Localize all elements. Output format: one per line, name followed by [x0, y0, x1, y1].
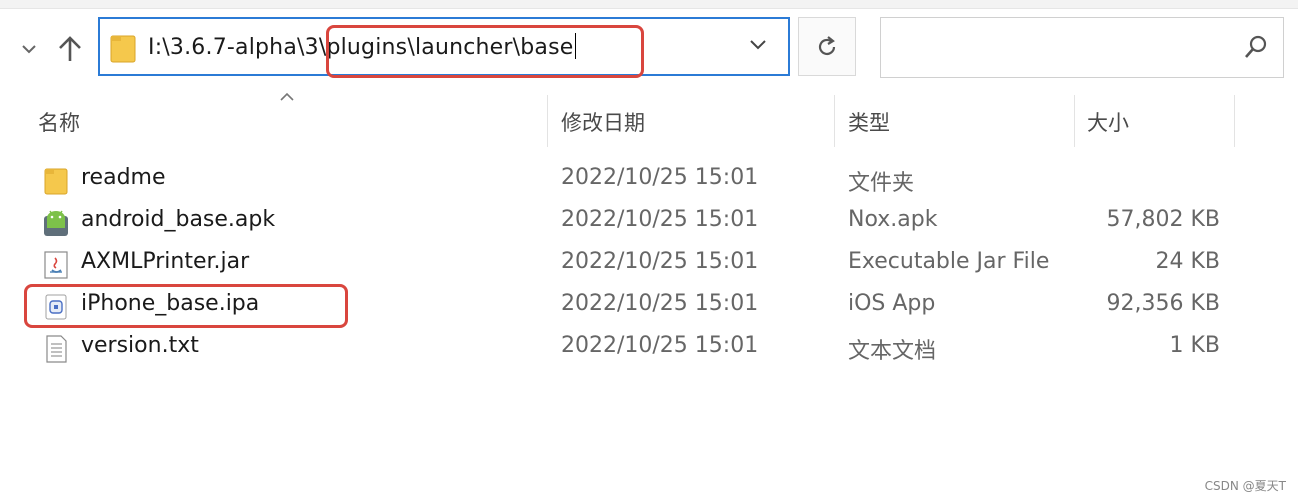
file-size: 92,356 KB [1106, 291, 1221, 316]
file-name: version.txt [81, 333, 199, 358]
recent-locations-button[interactable] [14, 34, 44, 64]
search-icon[interactable] [1243, 34, 1269, 64]
file-size: 1 KB [1169, 333, 1220, 358]
column-divider[interactable] [547, 95, 548, 147]
file-row[interactable]: version.txt 2022/10/25 15:01 文本文档 1 KB [0, 327, 1298, 369]
folder-icon [110, 33, 136, 67]
column-divider[interactable] [834, 95, 835, 147]
java-jar-icon [42, 250, 70, 280]
file-type: 文件夹 [848, 171, 915, 196]
file-name: readme [81, 165, 166, 190]
column-header-type-label: 类型 [848, 111, 890, 135]
ios-app-icon [42, 292, 70, 322]
file-modified: 2022/10/25 15:01 [561, 165, 759, 190]
watermark: CSDN @夏天T [1204, 479, 1286, 493]
file-type: iOS App [848, 291, 936, 316]
address-path-prefix: I:\3.6.7-alpha\3\ [148, 35, 327, 60]
file-type: Nox.apk [848, 207, 938, 232]
address-path[interactable]: I:\3.6.7-alpha\3\plugins\launcher\base [148, 33, 576, 60]
refresh-button[interactable] [798, 17, 856, 76]
column-divider[interactable] [1234, 95, 1235, 147]
file-name: android_base.apk [81, 207, 276, 232]
column-header-name-label: 名称 [38, 111, 80, 135]
column-header-modified-label: 修改日期 [561, 111, 645, 135]
text-caret [574, 33, 576, 59]
file-row[interactable]: readme 2022/10/25 15:01 文件夹 [0, 159, 1298, 201]
column-divider[interactable] [1074, 95, 1075, 147]
file-name: iPhone_base.ipa [81, 291, 260, 316]
up-button[interactable] [52, 30, 88, 68]
column-header-size[interactable]: 大小 [1087, 100, 1129, 144]
text-file-icon [42, 334, 70, 364]
column-header-type[interactable]: 类型 [848, 100, 890, 144]
address-path-highlighted: plugins\launcher\base [326, 35, 574, 60]
file-modified: 2022/10/25 15:01 [561, 249, 759, 274]
file-modified: 2022/10/25 15:01 [561, 207, 759, 232]
address-dropdown-button[interactable] [748, 37, 768, 56]
file-type: 文本文档 [848, 339, 937, 364]
file-row[interactable]: android_base.apk 2022/10/25 15:01 Nox.ap… [0, 201, 1298, 243]
sort-ascending-icon [278, 88, 296, 107]
column-header-size-label: 大小 [1087, 111, 1129, 135]
android-apk-icon [42, 208, 70, 238]
folder-icon [42, 166, 70, 196]
search-box[interactable] [880, 17, 1284, 78]
file-size: 57,802 KB [1106, 207, 1221, 232]
window-top-edge [0, 0, 1298, 9]
search-input[interactable] [891, 30, 1225, 66]
refresh-icon [818, 35, 836, 55]
file-size: 24 KB [1155, 249, 1220, 274]
file-row[interactable]: iPhone_base.ipa 2022/10/25 15:01 iOS App… [0, 285, 1298, 327]
file-modified: 2022/10/25 15:01 [561, 291, 759, 316]
column-header-modified[interactable]: 修改日期 [561, 100, 645, 144]
file-type: Executable Jar File [848, 249, 1050, 274]
chevron-down-icon [750, 40, 766, 50]
file-modified: 2022/10/25 15:01 [561, 333, 759, 358]
chevron-down-icon [22, 45, 36, 54]
file-row[interactable]: AXMLPrinter.jar 2022/10/25 15:01 Executa… [0, 243, 1298, 285]
arrow-up-icon [59, 36, 81, 61]
column-header-name[interactable]: 名称 [38, 100, 80, 144]
address-bar[interactable]: I:\3.6.7-alpha\3\plugins\launcher\base [98, 17, 790, 76]
file-name: AXMLPrinter.jar [81, 249, 250, 274]
